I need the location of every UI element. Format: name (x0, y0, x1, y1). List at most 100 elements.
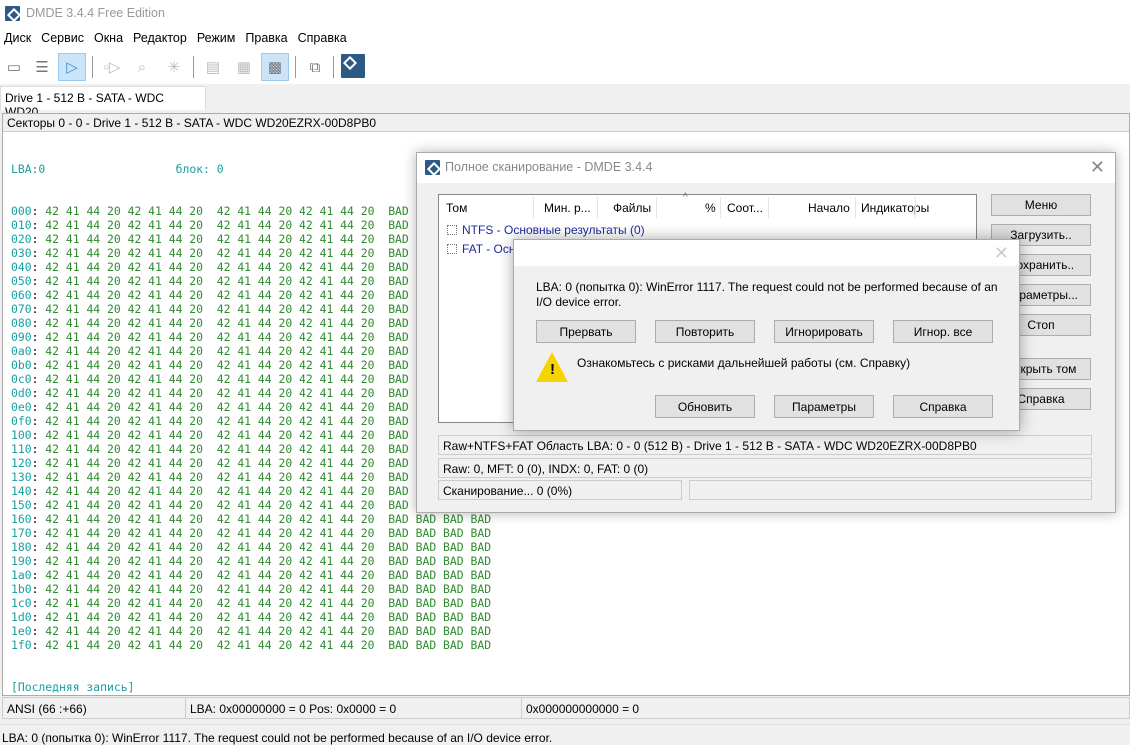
row-offset: 140 (11, 484, 32, 498)
column-match[interactable]: Соот... (727, 201, 763, 215)
row-offset: 1a0 (11, 568, 32, 582)
menu-help[interactable]: Справка (294, 28, 351, 50)
row-text: BAD BAD BAD BAD (388, 554, 492, 568)
parameters-button[interactable]: Параметры (774, 395, 874, 418)
dmde-logo-icon[interactable] (341, 54, 365, 78)
row-offset: 080 (11, 316, 32, 330)
row-offset: 070 (11, 302, 32, 316)
close-icon[interactable]: ✕ (994, 243, 1009, 264)
step-icon[interactable]: ▫▷ (98, 53, 126, 81)
error-message: LBA: 0 (попытка 0): WinError 1117. The r… (536, 280, 998, 309)
row-offset: 1e0 (11, 624, 32, 638)
row-hex: 42 41 44 20 42 41 44 20 42 41 44 20 42 4… (45, 526, 375, 540)
retry-button[interactable]: Повторить (655, 320, 755, 343)
row-offset: 0f0 (11, 414, 32, 428)
partitions-icon[interactable]: ☰ (28, 53, 56, 81)
tree-view-icon[interactable]: ▤ (199, 53, 227, 81)
row-hex: 42 41 44 20 42 41 44 20 42 41 44 20 42 4… (45, 470, 375, 484)
warning-text: Ознакомьтесь с рисками дальнейшей работы… (577, 356, 911, 370)
menu-editor[interactable]: Редактор (129, 28, 191, 50)
row-hex: 42 41 44 20 42 41 44 20 42 41 44 20 42 4… (45, 400, 375, 414)
row-hex: 42 41 44 20 42 41 44 20 42 41 44 20 42 4… (45, 246, 375, 260)
row-offset: 050 (11, 274, 32, 288)
hex-row: 190: 42 41 44 20 42 41 44 20 42 41 44 20… (11, 554, 492, 568)
toolbar: ▭ ☰ ▷ ▫▷ ⌕ ✳ ▤ ▦ ▩ ⧉ (0, 50, 1130, 84)
row-offset: 060 (11, 288, 32, 302)
row-offset: 190 (11, 554, 32, 568)
column-min[interactable]: Мин. р... (544, 201, 591, 215)
menu-windows[interactable]: Окна (90, 28, 127, 50)
row-offset: 150 (11, 498, 32, 512)
row-hex: 42 41 44 20 42 41 44 20 42 41 44 20 42 4… (45, 512, 375, 526)
tab-drive[interactable]: Drive 1 - 512 B - SATA - WDC WD20... (0, 86, 206, 119)
row-hex: 42 41 44 20 42 41 44 20 42 41 44 20 42 4… (45, 582, 375, 596)
row-hex: 42 41 44 20 42 41 44 20 42 41 44 20 42 4… (45, 540, 375, 554)
new-file-icon[interactable]: ✳ (160, 53, 188, 81)
row-offset: 1c0 (11, 596, 32, 610)
row-hex: 42 41 44 20 42 41 44 20 42 41 44 20 42 4… (45, 428, 375, 442)
abort-button[interactable]: Прервать (536, 320, 636, 343)
row-hex: 42 41 44 20 42 41 44 20 42 41 44 20 42 4… (45, 302, 375, 316)
row-offset: 0d0 (11, 386, 32, 400)
menu-disk[interactable]: Диск (0, 28, 35, 50)
row-offset: 000 (11, 204, 32, 218)
hex-row: 1a0: 42 41 44 20 42 41 44 20 42 41 44 20… (11, 568, 492, 582)
row-text: BAD BAD BAD BAD (388, 624, 492, 638)
refresh-button[interactable]: Обновить (655, 395, 755, 418)
warning-icon: ! (536, 352, 568, 382)
row-hex: 42 41 44 20 42 41 44 20 42 41 44 20 42 4… (45, 330, 375, 344)
row-hex: 42 41 44 20 42 41 44 20 42 41 44 20 42 4… (45, 288, 375, 302)
row-text: BAD BAD BAD BAD (388, 568, 492, 582)
value-status: 0x000000000000 = 0 (526, 702, 640, 716)
row-hex: 42 41 44 20 42 41 44 20 42 41 44 20 42 4… (45, 414, 375, 428)
menu-mode[interactable]: Режим (193, 28, 240, 50)
column-volume[interactable]: Том (446, 201, 467, 215)
row-hex: 42 41 44 20 42 41 44 20 42 41 44 20 42 4… (45, 344, 375, 358)
title-bar: DMDE 3.4.4 Free Edition (0, 0, 1130, 28)
list-view-icon[interactable]: ▦ (230, 53, 258, 81)
column-percent[interactable]: % (705, 201, 716, 215)
hex-row: 1c0: 42 41 44 20 42 41 44 20 42 41 44 20… (11, 596, 492, 610)
menu-button[interactable]: Меню (991, 194, 1091, 216)
message-bar: LBA: 0 (попытка 0): WinError 1117. The r… (0, 724, 1130, 745)
column-files[interactable]: Файлы (613, 201, 651, 215)
row-hex: 42 41 44 20 42 41 44 20 42 41 44 20 42 4… (45, 358, 375, 372)
row-hex: 42 41 44 20 42 41 44 20 42 41 44 20 42 4… (45, 442, 375, 456)
ignore-button[interactable]: Игнорировать (774, 320, 874, 343)
hex-view-icon[interactable]: ▩ (261, 53, 289, 81)
row-hex: 42 41 44 20 42 41 44 20 42 41 44 20 42 4… (45, 260, 375, 274)
list-item[interactable]: NTFS - Основные результаты (0) (447, 223, 645, 237)
drive-icon[interactable]: ▭ (0, 53, 28, 81)
row-offset: 030 (11, 246, 32, 260)
row-hex: 42 41 44 20 42 41 44 20 42 41 44 20 42 4… (45, 484, 375, 498)
row-text: BAD BAD BAD BAD (388, 582, 492, 596)
row-offset: 040 (11, 260, 32, 274)
row-text: BAD BAD BAD BAD (388, 596, 492, 610)
hex-row: 160: 42 41 44 20 42 41 44 20 42 41 44 20… (11, 512, 492, 526)
ignore-all-button[interactable]: Игнор. все (893, 320, 993, 343)
panels-icon[interactable]: ⧉ (301, 53, 329, 81)
menu-service[interactable]: Сервис (37, 28, 88, 50)
row-offset: 1f0 (11, 638, 32, 652)
status-bar: ANSI (66 :+66) LBA: 0x00000000 = 0 Pos: … (2, 697, 1130, 719)
row-offset: 090 (11, 330, 32, 344)
menu-edit[interactable]: Правка (241, 28, 291, 50)
help-button[interactable]: Справка (893, 395, 993, 418)
close-icon[interactable]: ✕ (1090, 157, 1105, 178)
row-text: BAD BAD BAD BAD (388, 540, 492, 554)
column-indicators[interactable]: Индикаторы (861, 201, 929, 215)
app-title: DMDE 3.4.4 Free Edition (26, 6, 165, 20)
row-hex: 42 41 44 20 42 41 44 20 42 41 44 20 42 4… (45, 638, 375, 652)
hex-row: 180: 42 41 44 20 42 41 44 20 42 41 44 20… (11, 540, 492, 554)
play-scan-icon[interactable]: ▷ (58, 53, 86, 81)
row-hex: 42 41 44 20 42 41 44 20 42 41 44 20 42 4… (45, 372, 375, 386)
hex-row: 1b0: 42 41 44 20 42 41 44 20 42 41 44 20… (11, 582, 492, 596)
column-start[interactable]: Начало (808, 201, 850, 215)
editor-header: Секторы 0 - 0 - Drive 1 - 512 B - SATA -… (3, 114, 1129, 132)
hex-row: 1d0: 42 41 44 20 42 41 44 20 42 41 44 20… (11, 610, 492, 624)
row-offset: 1b0 (11, 582, 32, 596)
search-sector-icon[interactable]: ⌕ (128, 53, 156, 81)
row-offset: 0c0 (11, 372, 32, 386)
checkbox[interactable] (447, 225, 457, 235)
checkbox[interactable] (447, 244, 457, 254)
